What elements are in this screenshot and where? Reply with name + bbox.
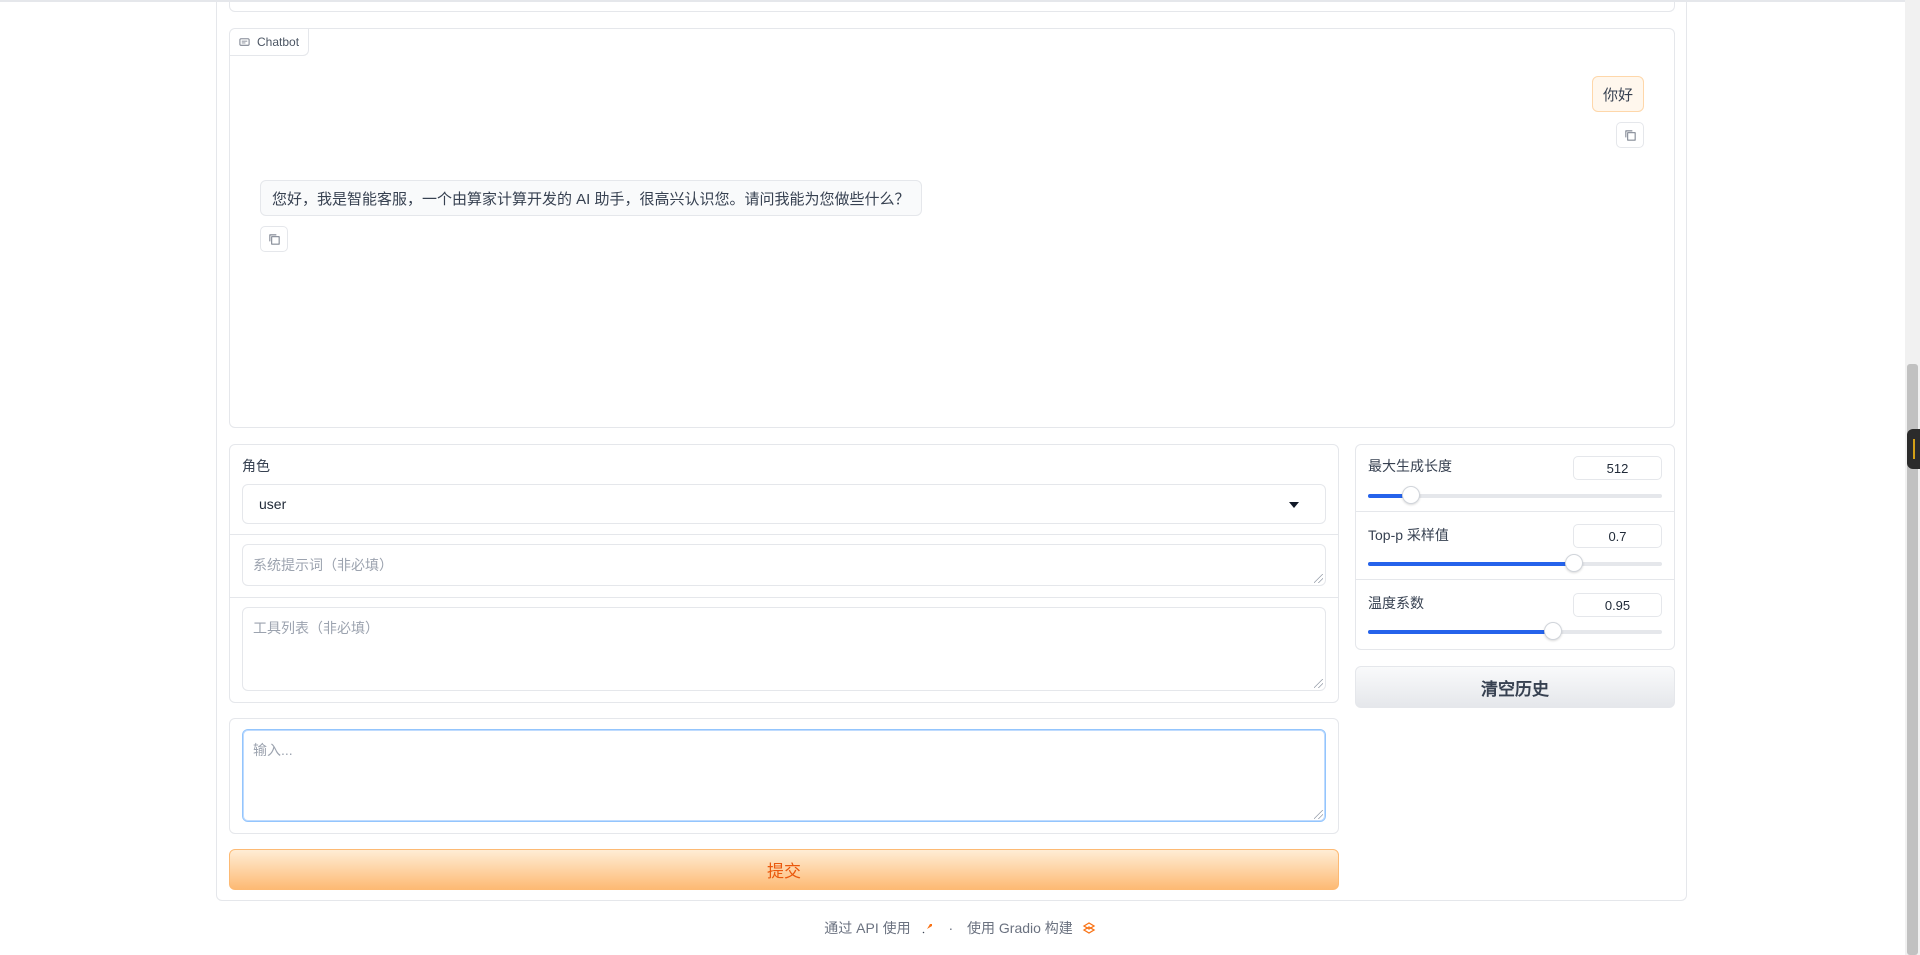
form-divider [230, 597, 1338, 598]
resize-handle-icon[interactable] [1314, 574, 1323, 583]
gradio-logo-icon [1082, 922, 1095, 934]
max-length-slider[interactable] [1368, 486, 1662, 504]
form-divider [230, 534, 1338, 535]
message-input-panel: 输入... [229, 718, 1339, 834]
max-length-number-input[interactable]: 512 [1573, 456, 1662, 480]
top-p-label: Top-p 采样值 [1368, 527, 1449, 543]
top-p-number-input[interactable]: 0.7 [1573, 524, 1662, 548]
user-message: 你好 [1591, 76, 1644, 112]
footer-separator: · [948, 920, 954, 936]
top-panel-edge [229, 0, 1675, 12]
gradio-link[interactable]: 使用 Gradio 构建 [967, 920, 1073, 936]
slider-thumb[interactable] [1401, 486, 1420, 504]
clear-history-button[interactable]: 清空历史 [1355, 666, 1675, 708]
copy-user-message-button[interactable] [1616, 122, 1644, 148]
settings-form: 角色 user 系统提示词（非必填） 工具列表（非必填） [229, 444, 1339, 703]
temperature-slider[interactable] [1368, 622, 1662, 640]
temperature-number-input[interactable]: 0.95 [1573, 593, 1662, 617]
copy-icon [268, 233, 280, 245]
slider-divider [1356, 579, 1674, 580]
chatbot-label: Chatbot [230, 29, 310, 56]
copy-icon [1624, 129, 1636, 141]
chatbot-label-text: Chatbot [257, 35, 300, 49]
footer: 通过 API 使用 · 使用 Gradio 构建 [0, 918, 1920, 938]
role-label: 角色 [242, 458, 270, 474]
rocket-icon [922, 924, 932, 934]
role-dropdown[interactable]: user [242, 484, 1326, 524]
assistant-message: 您好，我是智能客服，一个由算家计算开发的 AI 助手，很高兴认识您。请问我能为您… [260, 180, 922, 216]
chatbot-panel: Chatbot 你好 您好，我是智能客服，一个由算家计算开发的 AI 助手，很高… [229, 28, 1675, 428]
resize-handle-icon[interactable] [1314, 810, 1323, 819]
api-link[interactable]: 通过 API 使用 [824, 920, 910, 936]
slider-thumb[interactable] [1544, 622, 1563, 640]
slider-divider [1356, 511, 1674, 512]
system-prompt-input[interactable]: 系统提示词（非必填） [242, 544, 1326, 586]
top-p-slider[interactable] [1368, 554, 1662, 572]
resize-handle-icon[interactable] [1314, 679, 1323, 688]
copy-assistant-message-button[interactable] [260, 226, 288, 252]
message-input[interactable]: 输入... [242, 729, 1326, 822]
max-length-label: 最大生成长度 [1368, 458, 1452, 474]
slider-fill [1368, 562, 1574, 566]
tools-list-placeholder: 工具列表（非必填） [253, 620, 379, 636]
tools-list-input[interactable]: 工具列表（非必填） [242, 607, 1326, 691]
submit-button[interactable]: 提交 [229, 849, 1339, 890]
slider-fill [1368, 630, 1554, 634]
side-toolbar-handle[interactable] [1907, 429, 1920, 469]
chevron-down-icon [1289, 502, 1299, 508]
message-input-placeholder: 输入... [253, 742, 293, 758]
system-prompt-placeholder: 系统提示词（非必填） [253, 557, 393, 573]
chat-icon [239, 37, 250, 46]
slider-thumb[interactable] [1564, 554, 1583, 572]
temperature-label: 温度系数 [1368, 595, 1424, 611]
role-dropdown-value: user [259, 496, 287, 512]
handle-grip-icon [1912, 439, 1915, 459]
generation-params-panel: 最大生成长度 512 Top-p 采样值 0.7 温度系数 0.95 [1355, 444, 1675, 650]
